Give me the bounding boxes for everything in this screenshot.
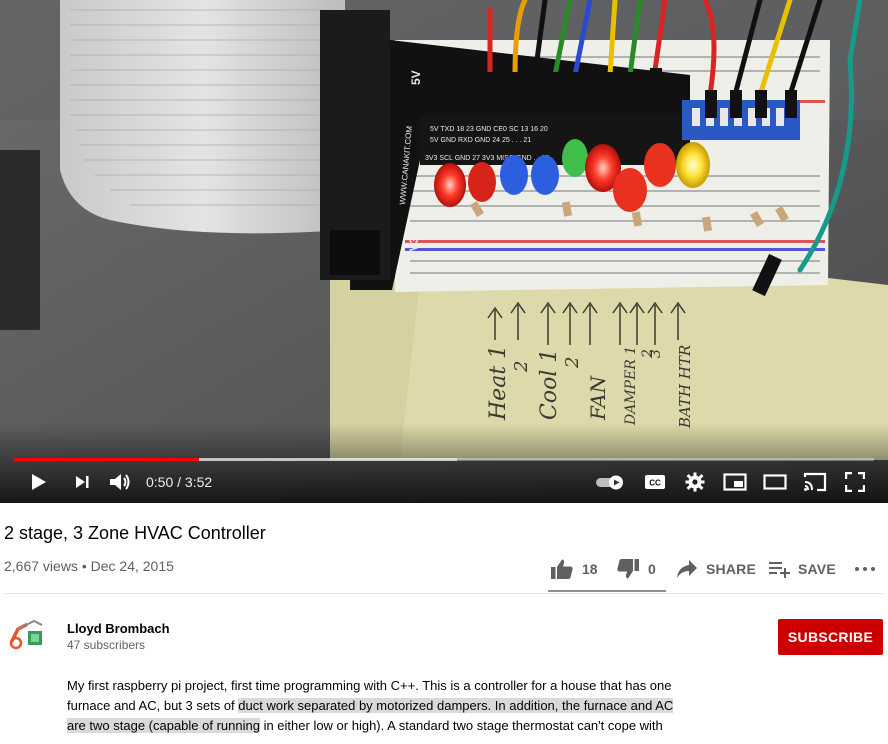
channel-logo-icon (4, 611, 50, 657)
fullscreen-icon (845, 472, 865, 492)
progress-bar[interactable] (14, 458, 874, 461)
dislike-button[interactable]: 0 (616, 553, 656, 585)
breakout-pin-row3: 3V3 SCL GND 27 3V3 MISO GND . . 26 (425, 155, 549, 162)
player-controls: 0:50 / 3:52 CC (0, 466, 888, 498)
play-button[interactable] (22, 466, 54, 498)
breakout-pin-row1: 5V TXD 18 23 GND CE0 SC 13 16 20 (430, 126, 548, 133)
upload-date: Dec 24, 2015 (90, 558, 174, 574)
description-text: furnace and AC, but 3 sets of (67, 698, 239, 713)
sentiment-bar (548, 590, 666, 592)
time-display: 0:50 / 3:52 (146, 466, 212, 498)
skip-next-icon (76, 476, 89, 488)
paper-label-cool-2: 2 (562, 357, 583, 369)
dislike-count: 0 (648, 561, 656, 577)
time-separator: / (173, 474, 185, 490)
paper-label-cool: Cool 1 (537, 349, 562, 420)
divider (4, 593, 884, 594)
progress-played (14, 458, 200, 461)
play-icon (32, 474, 46, 490)
breakout-top-label: 5V (409, 70, 423, 85)
save-button[interactable]: SAVE (768, 553, 836, 585)
playlist-add-icon (769, 562, 790, 578)
paper-label-heat: Heat 1 (486, 345, 511, 421)
cast-button[interactable] (800, 466, 830, 498)
breakout-pin-row2: 5V GND RXD GND 24 25 . . . 21 (430, 137, 531, 144)
description-text: in either low or high). A standard two s… (259, 718, 663, 733)
paper-label-bath-htr: BATH HTR (676, 345, 694, 429)
theater-mode-icon (763, 474, 787, 490)
video-title: 2 stage, 3 Zone HVAC Controller (4, 523, 266, 543)
miniplayer-icon (723, 473, 747, 491)
more-actions-button[interactable] (854, 553, 884, 585)
meta-separator: • (77, 558, 91, 574)
autoplay-toggle[interactable] (594, 466, 628, 498)
description-line: are two stage (capable of running in eit… (67, 716, 687, 736)
settings-button[interactable] (680, 466, 710, 498)
next-button[interactable] (66, 466, 98, 498)
paper-label-heat-2: 2 (511, 361, 532, 373)
channel-name[interactable]: Lloyd Brombach (67, 621, 170, 636)
description-selected-text: are two stage (capable of running (67, 718, 260, 733)
captions-icon: CC (645, 475, 665, 489)
like-count: 18 (582, 561, 598, 577)
description-selected-text: duct work separated by motorized dampers… (238, 698, 674, 713)
theater-mode-button[interactable] (760, 466, 790, 498)
subscribe-button[interactable]: SUBSCRIBE (778, 619, 883, 655)
autoplay-toggle-icon (596, 475, 623, 490)
breakout-bottom-label: 3V3 (407, 236, 421, 258)
thumbs-up-icon (551, 559, 573, 579)
volume-button[interactable] (104, 466, 136, 498)
more-horizontal-icon (855, 567, 875, 571)
gear-icon (685, 472, 705, 492)
paper-label-fan: FAN (586, 374, 610, 421)
thumbs-down-icon (617, 559, 639, 579)
like-button[interactable]: 18 (550, 553, 598, 585)
save-label: SAVE (798, 561, 836, 577)
paper-label-damper: DAMPER 1 (623, 346, 639, 426)
description-line: My first raspberry pi project, first tim… (67, 678, 672, 693)
volume-icon (110, 474, 130, 490)
miniplayer-button[interactable] (720, 466, 750, 498)
share-label: SHARE (706, 561, 757, 577)
video-player[interactable]: 5V TXD 18 23 GND CE0 SC 13 16 20 5V GND … (0, 0, 888, 503)
paper-label-damper-3: 3 (648, 349, 664, 358)
video-description: My first raspberry pi project, first tim… (67, 676, 687, 736)
current-time: 0:50 (146, 474, 174, 490)
fullscreen-button[interactable] (840, 466, 870, 498)
subscriber-count: 47 subscribers (67, 638, 146, 652)
duration: 3:52 (184, 474, 213, 490)
share-icon (677, 560, 697, 578)
share-button[interactable]: SHARE (676, 553, 756, 585)
cast-icon (803, 472, 827, 492)
captions-button[interactable]: CC (641, 466, 669, 498)
captions-label: CC (649, 479, 661, 488)
video-meta: 2,667 views • Dec 24, 2015 (4, 558, 174, 574)
avatar[interactable] (4, 611, 50, 657)
video-actions: 18 0 SHARE SAVE (548, 553, 884, 585)
description-line: furnace and AC, but 3 sets of duct work … (67, 696, 687, 716)
view-count: 2,667 views (4, 558, 78, 574)
